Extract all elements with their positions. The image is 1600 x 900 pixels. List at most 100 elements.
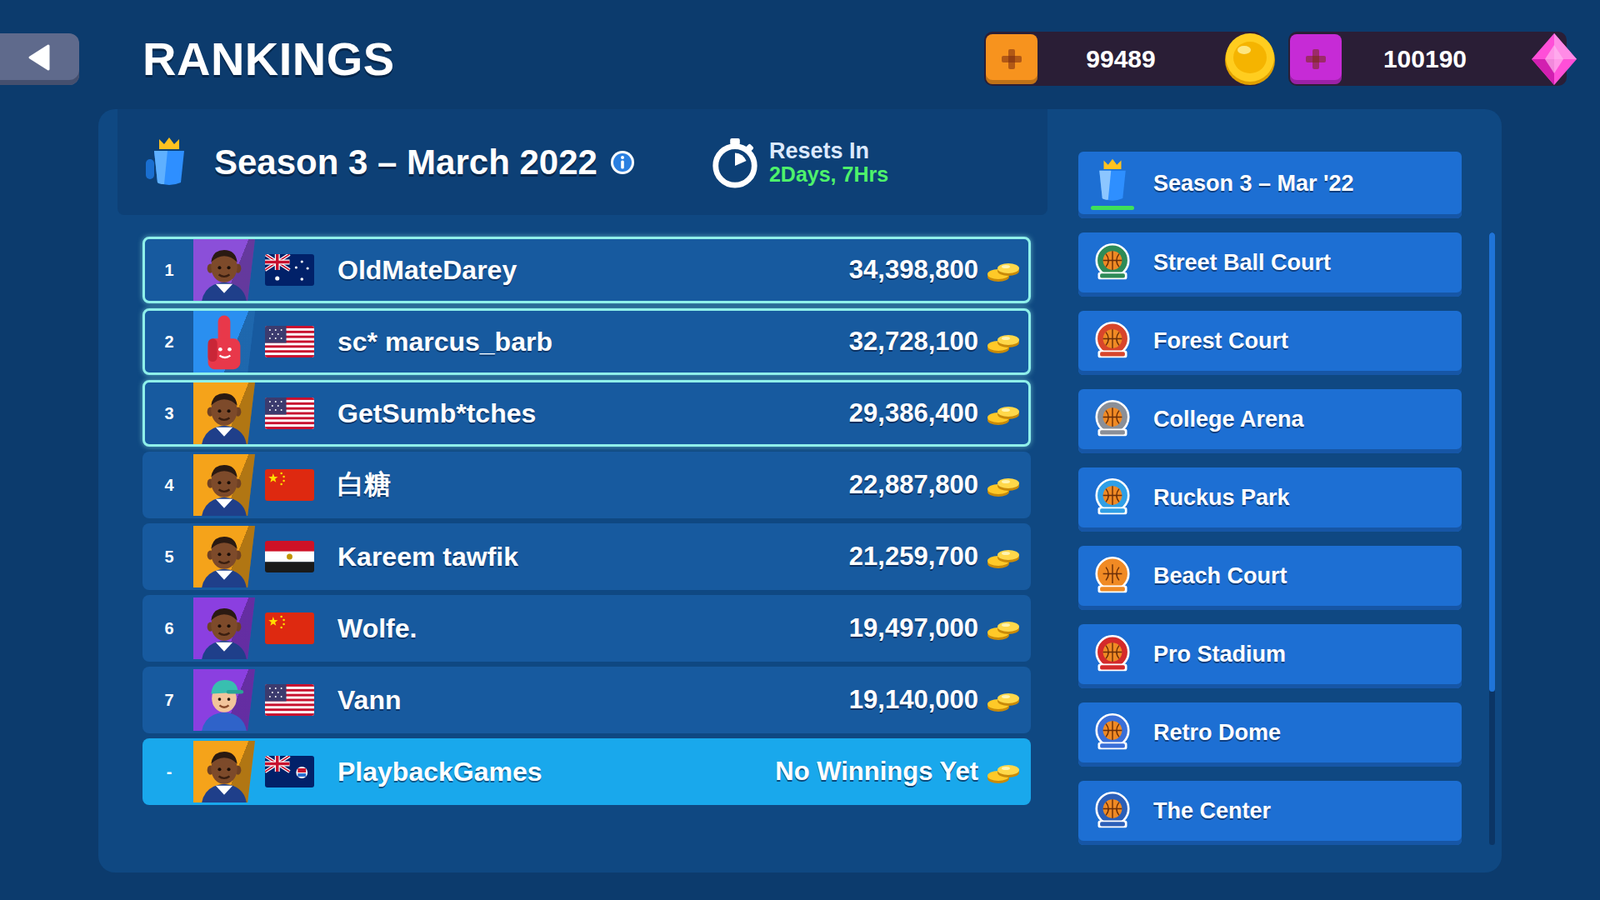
icon-wrap: [1088, 318, 1137, 365]
country-flag-icon: [265, 684, 315, 716]
add-currency-button[interactable]: [1290, 34, 1342, 85]
season-trophy-icon: [1089, 157, 1136, 205]
season-header: Season 3 – March 2022 Resets In2Days, 7Hr…: [117, 109, 1048, 215]
back-button[interactable]: [0, 33, 80, 85]
scrollbar[interactable]: [1489, 232, 1495, 845]
coin-stack-icon: [985, 614, 1022, 643]
player-score: 19,140,000: [849, 685, 979, 715]
arena-label: Street Ball Court: [1153, 250, 1331, 276]
player-name: PlaybackGames: [337, 756, 543, 788]
rankings-panel: Season 3 – March 2022 Resets In2Days, 7Hr…: [98, 109, 1502, 873]
player-score: 29,386,400: [849, 398, 979, 429]
player-icon: [193, 382, 255, 445]
ranking-row[interactable]: 3 GetSumb*tches 29,386,400: [142, 380, 1031, 447]
arena-item[interactable]: Beach Court: [1078, 545, 1462, 610]
court-emblem-icon: [1089, 788, 1136, 835]
season-trophy-icon: [142, 135, 196, 190]
ranking-list: 1OldMateDarey34,398,800 2 sc* marcus_barb 3…: [142, 236, 1031, 805]
court-emblem-icon: [1089, 475, 1136, 522]
arena-label: College Arena: [1153, 406, 1305, 433]
arena-list-area: Street Ball Court Forest Court College Are…: [1078, 232, 1495, 845]
coin-stack-icon: [985, 470, 1022, 500]
stopwatch-icon: [709, 136, 761, 189]
icon-wrap: [1088, 631, 1137, 679]
player-score: 34,398,800: [849, 255, 979, 285]
arena-item[interactable]: The Center: [1078, 780, 1462, 845]
gem-icon: [1525, 30, 1584, 89]
court-emblem-icon: [1089, 631, 1136, 679]
top-bar: RANKINGS 99489 100190: [0, 0, 1600, 110]
player-name: Kareem tawfik: [337, 541, 519, 573]
rank-number: 3: [145, 404, 194, 424]
coin-stack-icon: [985, 757, 1022, 786]
icon-wrap: [1088, 240, 1137, 287]
country-flag-icon: [265, 612, 315, 645]
rank-number: 2: [145, 332, 194, 352]
currency-amount: 99489: [1037, 45, 1221, 74]
country-flag-icon: [265, 397, 315, 430]
arena-item[interactable]: College Arena: [1078, 389, 1462, 454]
season-title: Season 3 – March 2022: [214, 142, 598, 183]
rank-number: 6: [145, 619, 194, 639]
season-tab-label: Season 3 – Mar '22: [1153, 170, 1355, 197]
arena-item[interactable]: Forest Court: [1078, 310, 1462, 375]
arena-item[interactable]: Street Ball Court: [1078, 232, 1462, 297]
country-flag-icon: [265, 469, 315, 501]
arena-item[interactable]: Retro Dome: [1078, 702, 1462, 767]
rank-number: 7: [145, 690, 194, 710]
player-avatar: [193, 525, 255, 588]
arena-item[interactable]: Pro Stadium: [1078, 624, 1462, 689]
ranking-row[interactable]: - PlaybackGames No Winnings Yet: [142, 738, 1031, 805]
rank-number: 5: [145, 547, 194, 567]
plus-icon: [999, 46, 1025, 72]
player-name: 白糖: [337, 466, 391, 504]
coin-stack-icon: [985, 542, 1022, 571]
player-icon: [193, 597, 255, 660]
player-name: GetSumb*tches: [337, 398, 536, 430]
arena-item[interactable]: Ruckus Park: [1078, 467, 1462, 532]
ranking-row[interactable]: 2sc* marcus_barb32,728,100: [142, 308, 1031, 375]
court-emblem-icon: [1089, 318, 1136, 365]
currency-counter: 100190: [1288, 31, 1567, 86]
court-emblem-icon: [1089, 396, 1136, 444]
rank-number: 1: [145, 260, 194, 280]
arena-label: Ruckus Park: [1153, 485, 1290, 511]
rank-number: -: [145, 762, 194, 782]
info-icon[interactable]: [609, 149, 636, 176]
icon-wrap: [1088, 553, 1137, 600]
ranking-row[interactable]: 7 Vann 19,140,000: [142, 666, 1031, 734]
page-title: RANKINGS: [142, 31, 395, 86]
ranking-row[interactable]: 1OldMateDarey34,398,800: [142, 236, 1031, 304]
ranking-row[interactable]: 5Kareem tawfik21,259,700: [142, 523, 1031, 590]
arena-label: The Center: [1153, 798, 1271, 825]
player-avatar: [193, 454, 255, 516]
player-score: 19,497,000: [849, 613, 979, 644]
player-name: Vann: [337, 685, 401, 716]
player-icon: [193, 740, 255, 803]
season-tab[interactable]: Season 3 – Mar '22: [1078, 151, 1462, 219]
coin-icon: [1220, 30, 1280, 89]
ranking-row[interactable]: 4白糖22,887,800: [142, 451, 1031, 519]
icon-wrap: [1088, 788, 1137, 835]
coin-stack-icon: [985, 327, 1022, 356]
arena-label: Retro Dome: [1153, 720, 1281, 746]
player-avatar: [193, 740, 255, 803]
player-icon: [193, 454, 255, 516]
player-icon: [193, 239, 255, 301]
court-emblem-icon: [1089, 710, 1136, 757]
player-icon: [193, 525, 255, 588]
rank-number: 4: [145, 475, 194, 495]
icon-wrap: [1088, 396, 1137, 444]
arena-label: Forest Court: [1153, 328, 1289, 355]
country-flag-icon: [265, 540, 315, 573]
player-avatar: [193, 382, 255, 445]
ranking-row[interactable]: 6Wolfe.19,497,000: [142, 595, 1031, 662]
icon-wrap: [1088, 710, 1137, 757]
player-score: No Winnings Yet: [775, 756, 979, 787]
reset-texts: Resets In2Days, 7Hrs: [769, 139, 889, 185]
player-avatar: [193, 597, 255, 660]
player-cap-icon: [193, 669, 255, 731]
scroll-thumb[interactable]: [1489, 232, 1495, 692]
add-currency-button[interactable]: [985, 34, 1038, 85]
player-name: sc* marcus_barb: [337, 326, 553, 358]
